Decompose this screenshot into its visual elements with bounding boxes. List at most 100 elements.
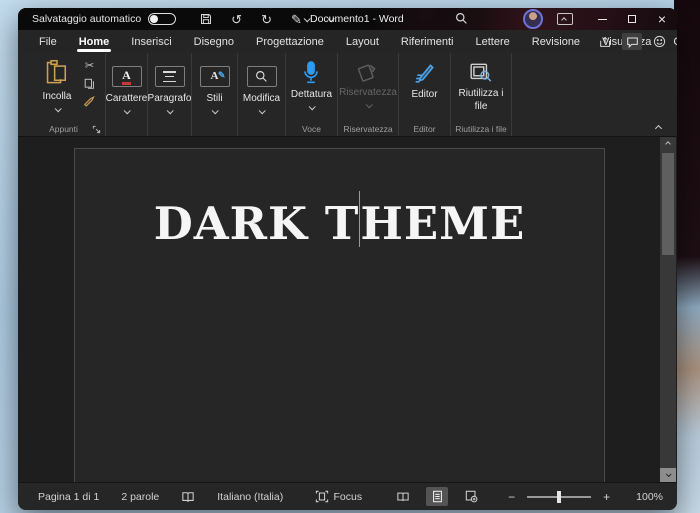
read-mode-icon	[396, 491, 410, 503]
language-status[interactable]: Italiano (Italia)	[217, 491, 283, 503]
minimize-button[interactable]	[587, 8, 617, 30]
document-text: DARK THEME	[75, 191, 604, 250]
scroll-up-button[interactable]	[660, 137, 676, 151]
paragraph-icon	[163, 71, 176, 82]
tab-home[interactable]: Home	[68, 30, 121, 53]
modifica-label: Modifica	[243, 93, 280, 104]
search-icon[interactable]	[455, 12, 468, 25]
focus-label: Focus	[334, 491, 363, 503]
tab-revisione[interactable]: Revisione	[521, 30, 591, 53]
redo-icon[interactable]: ↻	[261, 13, 272, 26]
carattere-label: Carattere	[106, 93, 148, 104]
document-page[interactable]: DARK THEME	[74, 148, 605, 482]
tab-inserisci[interactable]: Inserisci	[120, 30, 182, 53]
paste-dropdown-chevron-icon	[54, 105, 61, 112]
toggle-knob	[150, 15, 158, 23]
collapse-ribbon-chevron-icon[interactable]	[655, 125, 662, 132]
editor-button[interactable]: Editor	[411, 53, 437, 100]
close-icon: ×	[658, 12, 666, 26]
web-layout-view-button[interactable]	[460, 487, 482, 506]
ribbon-display-options-button[interactable]	[557, 13, 573, 25]
tab-riferimenti[interactable]: Riferimenti	[390, 30, 465, 53]
group-label-riservatezza: Riservatezza	[338, 124, 398, 134]
ribbon-group-riutilizza: Riutilizza i file Riutilizza i file	[451, 53, 512, 136]
document-canvas: DARK THEME	[18, 137, 677, 482]
appunti-dialog-launcher-icon[interactable]	[92, 125, 101, 134]
word-count-status[interactable]: 2 parole	[121, 491, 159, 503]
proofing-book-icon[interactable]	[181, 491, 195, 503]
tab-disegno[interactable]: Disegno	[183, 30, 245, 53]
privacy-button: Riservatezza	[339, 53, 397, 108]
cut-icon[interactable]: ✂	[85, 61, 94, 72]
share-icon[interactable]	[595, 33, 615, 50]
modifica-button[interactable]: Modifica	[243, 53, 280, 114]
ink-pen-icon: ✎	[291, 13, 302, 26]
focus-mode-button[interactable]: Focus	[315, 490, 363, 503]
zoom-slider[interactable]	[527, 496, 591, 498]
tab-progettazione[interactable]: Progettazione	[245, 30, 335, 53]
paste-label: Incolla	[43, 91, 72, 102]
ribbon-group-editor: Editor Editor	[399, 53, 451, 136]
scroll-down-button[interactable]	[660, 468, 676, 482]
copy-icon[interactable]	[84, 78, 95, 90]
page-count-status[interactable]: Pagina 1 di 1	[38, 491, 99, 503]
account-avatar[interactable]	[523, 9, 543, 29]
autosave-toggle[interactable]	[148, 13, 176, 25]
privacy-chevron-icon	[365, 101, 372, 108]
ink-tool-button[interactable]: ✎	[291, 13, 309, 26]
comments-icon[interactable]	[622, 33, 642, 50]
reuse-files-button[interactable]: Riutilizza i file	[456, 53, 506, 113]
ribbon-group-voce: Dettatura Voce	[286, 53, 338, 136]
word-window: Salvataggio automatico ↺ ↻ ✎ Documento1 …	[18, 8, 677, 510]
microphone-icon	[302, 61, 320, 85]
dictate-button[interactable]: Dettatura	[291, 53, 332, 110]
desktop-background: Salvataggio automatico ↺ ↻ ✎ Documento1 …	[0, 0, 700, 513]
tab-file[interactable]: File	[28, 30, 68, 53]
maximize-icon	[628, 15, 636, 23]
feedback-smiley-icon[interactable]	[649, 33, 669, 50]
stili-chevron-icon	[212, 107, 219, 114]
stili-label: Stili	[206, 93, 222, 104]
desktop-wallpaper-right	[674, 0, 700, 513]
editor-pen-icon	[414, 62, 436, 84]
find-icon	[255, 70, 268, 83]
paragrafo-button[interactable]: Paragrafo	[148, 53, 192, 114]
ribbon-group-modifica: Modifica	[238, 53, 286, 136]
zoom-slider-thumb[interactable]	[557, 491, 561, 503]
stili-button[interactable]: A✎ Stili	[200, 53, 230, 114]
ribbon-tab-row: File Home Inserisci Disegno Progettazion…	[18, 30, 677, 53]
privacy-icon	[357, 61, 379, 83]
carattere-chevron-icon	[124, 107, 131, 114]
tab-lettere[interactable]: Lettere	[465, 30, 521, 53]
vertical-scrollbar[interactable]	[660, 137, 676, 482]
tab-layout[interactable]: Layout	[335, 30, 390, 53]
close-button[interactable]: ×	[647, 8, 677, 30]
ribbon-group-carattere: A Carattere	[106, 53, 148, 136]
clipboard-icon	[45, 59, 69, 85]
paragrafo-chevron-icon	[167, 107, 174, 114]
status-bar: Pagina 1 di 1 2 parole Italiano (Italia)…	[18, 482, 677, 510]
read-mode-view-button[interactable]	[392, 487, 414, 506]
print-layout-view-button[interactable]	[426, 487, 448, 506]
carattere-button[interactable]: A Carattere	[106, 53, 148, 114]
undo-icon[interactable]: ↺	[231, 13, 242, 26]
zoom-in-button[interactable]: +	[603, 490, 610, 504]
maximize-button[interactable]	[617, 8, 647, 30]
autosave-label: Salvataggio automatico	[32, 13, 141, 25]
save-icon[interactable]	[200, 13, 212, 25]
paragrafo-label: Paragrafo	[148, 93, 192, 104]
font-icon: A	[122, 69, 131, 85]
format-painter-icon[interactable]	[83, 96, 96, 108]
ribbon: Incolla ✂	[18, 53, 677, 137]
paste-button[interactable]: Incolla	[31, 53, 83, 112]
group-label-editor: Editor	[399, 124, 450, 134]
privacy-label: Riservatezza	[339, 87, 397, 98]
zoom-out-button[interactable]: −	[508, 490, 515, 504]
ribbon-group-stili: A✎ Stili	[192, 53, 238, 136]
title-bar: Salvataggio automatico ↺ ↻ ✎ Documento1 …	[18, 8, 677, 30]
scrollbar-thumb[interactable]	[662, 153, 674, 255]
modifica-chevron-icon	[259, 107, 266, 114]
scroll-down-icon	[666, 471, 672, 477]
zoom-level[interactable]: 100%	[636, 491, 663, 503]
web-layout-icon	[465, 490, 478, 503]
